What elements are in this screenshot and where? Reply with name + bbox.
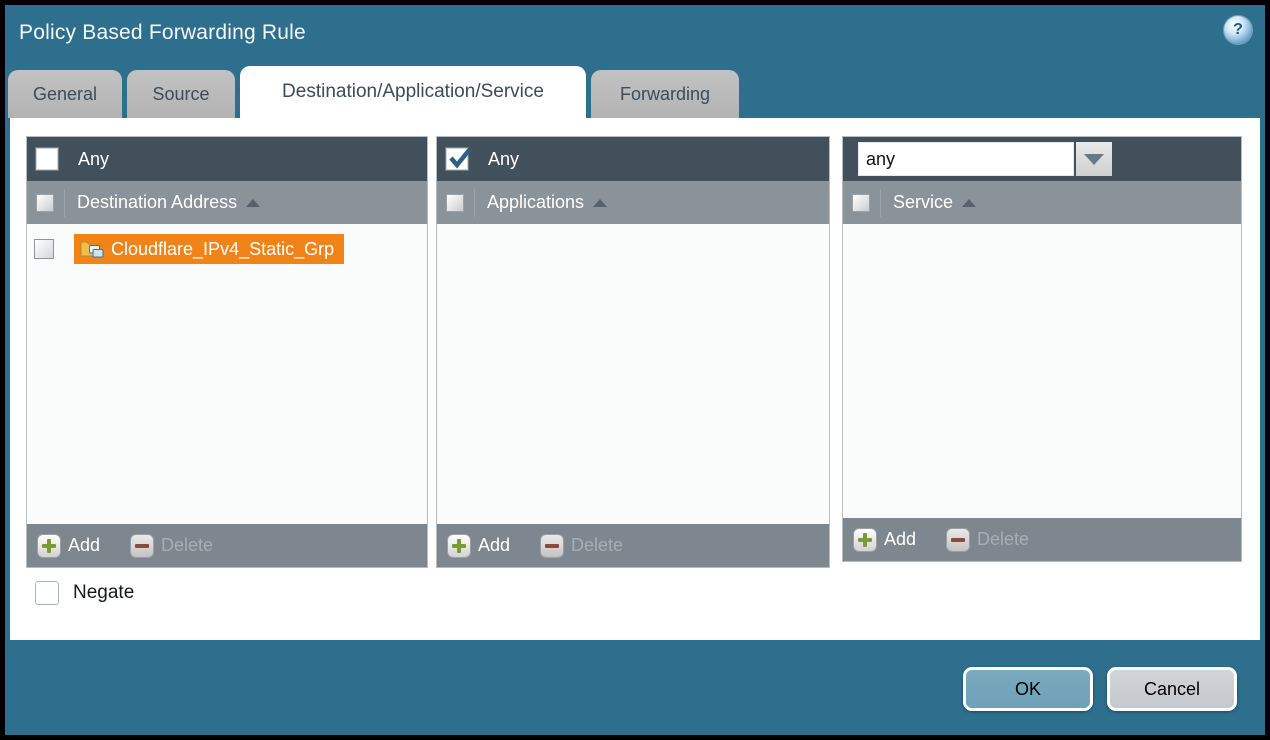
service-dropdown-button[interactable] — [1076, 142, 1112, 176]
applications-any-row: Any — [437, 137, 829, 181]
add-button-label: Add — [478, 535, 510, 556]
tab-content-panel: Any Destination Address — [10, 118, 1260, 640]
service-type-input[interactable] — [858, 142, 1074, 176]
negate-label: Negate — [73, 582, 134, 604]
add-button-label: Add — [68, 535, 100, 556]
header-divider — [880, 189, 881, 217]
destination-add-button[interactable]: Add — [37, 534, 100, 558]
destination-address-header[interactable]: Destination Address — [27, 181, 427, 224]
tab-destination-application-service[interactable]: Destination/Application/Service — [240, 66, 586, 118]
dialog-title: Policy Based Forwarding Rule — [19, 21, 306, 45]
delete-button-label: Delete — [977, 529, 1029, 550]
minus-icon — [130, 534, 154, 558]
sort-asc-icon — [246, 199, 260, 207]
tab-general-label: General — [33, 84, 97, 105]
minus-icon — [946, 528, 970, 552]
add-button-label: Add — [884, 529, 916, 550]
destination-delete-button[interactable]: Delete — [130, 534, 213, 558]
applications-delete-button[interactable]: Delete — [540, 534, 623, 558]
applications-header-label: Applications — [487, 192, 584, 213]
service-delete-button[interactable]: Delete — [946, 528, 1029, 552]
chevron-down-icon — [1084, 154, 1104, 165]
ok-button[interactable]: OK — [963, 667, 1093, 711]
destination-footer: Add Delete — [27, 524, 427, 567]
policy-based-forwarding-dialog: Policy Based Forwarding Rule ? General S… — [0, 0, 1270, 740]
applications-any-label: Any — [488, 149, 519, 170]
applications-footer: Add Delete — [437, 524, 829, 567]
applications-any-checkbox[interactable] — [446, 148, 468, 170]
destination-select-all-checkbox[interactable] — [36, 194, 54, 212]
minus-icon — [540, 534, 564, 558]
applications-list — [437, 224, 829, 524]
sort-asc-icon — [962, 199, 976, 207]
tab-destination-application-service-label: Destination/Application/Service — [282, 81, 544, 103]
destination-address-column: Any Destination Address — [26, 136, 428, 568]
header-divider — [64, 189, 65, 217]
service-header[interactable]: Service — [843, 181, 1241, 224]
sort-asc-icon — [593, 199, 607, 207]
plus-icon — [37, 534, 61, 558]
negate-checkbox[interactable] — [35, 581, 59, 605]
list-item-label: Cloudflare_IPv4_Static_Grp — [111, 239, 334, 260]
delete-button-label: Delete — [571, 535, 623, 556]
destination-any-checkbox[interactable] — [36, 148, 58, 170]
tab-general[interactable]: General — [8, 70, 122, 118]
service-column: Service Add Delete — [842, 136, 1242, 562]
service-footer: Add Delete — [843, 518, 1241, 561]
row-checkbox[interactable] — [34, 239, 54, 259]
help-icon[interactable]: ? — [1224, 16, 1252, 44]
destination-any-label: Any — [78, 149, 109, 170]
delete-button-label: Delete — [161, 535, 213, 556]
destination-address-list: Cloudflare_IPv4_Static_Grp — [27, 224, 427, 524]
tab-bar: General Source Destination/Application/S… — [8, 66, 739, 118]
applications-add-button[interactable]: Add — [447, 534, 510, 558]
destination-any-row: Any — [27, 137, 427, 181]
tab-forwarding[interactable]: Forwarding — [591, 70, 739, 118]
applications-column: Any Applications Add Delete — [436, 136, 830, 568]
plus-icon — [447, 534, 471, 558]
service-dropdown-row — [843, 137, 1241, 181]
service-add-button[interactable]: Add — [853, 528, 916, 552]
checkmark-icon — [447, 146, 473, 172]
dialog-actions: OK Cancel — [963, 667, 1237, 711]
tab-forwarding-label: Forwarding — [620, 84, 710, 105]
service-type-dropdown — [858, 142, 1112, 176]
negate-row: Negate — [35, 581, 134, 605]
applications-header[interactable]: Applications — [437, 181, 829, 224]
service-list — [843, 224, 1241, 518]
service-select-all-checkbox[interactable] — [852, 194, 870, 212]
tab-source-label: Source — [152, 84, 209, 105]
address-group-icon — [80, 239, 104, 259]
table-row: Cloudflare_IPv4_Static_Grp — [27, 234, 427, 264]
service-header-label: Service — [893, 192, 953, 213]
tab-source[interactable]: Source — [127, 70, 235, 118]
header-divider — [474, 189, 475, 217]
cancel-button[interactable]: Cancel — [1107, 667, 1237, 711]
plus-icon — [853, 528, 877, 552]
destination-address-header-label: Destination Address — [77, 192, 237, 213]
applications-select-all-checkbox[interactable] — [446, 194, 464, 212]
list-item-cloudflare-group[interactable]: Cloudflare_IPv4_Static_Grp — [74, 234, 344, 264]
